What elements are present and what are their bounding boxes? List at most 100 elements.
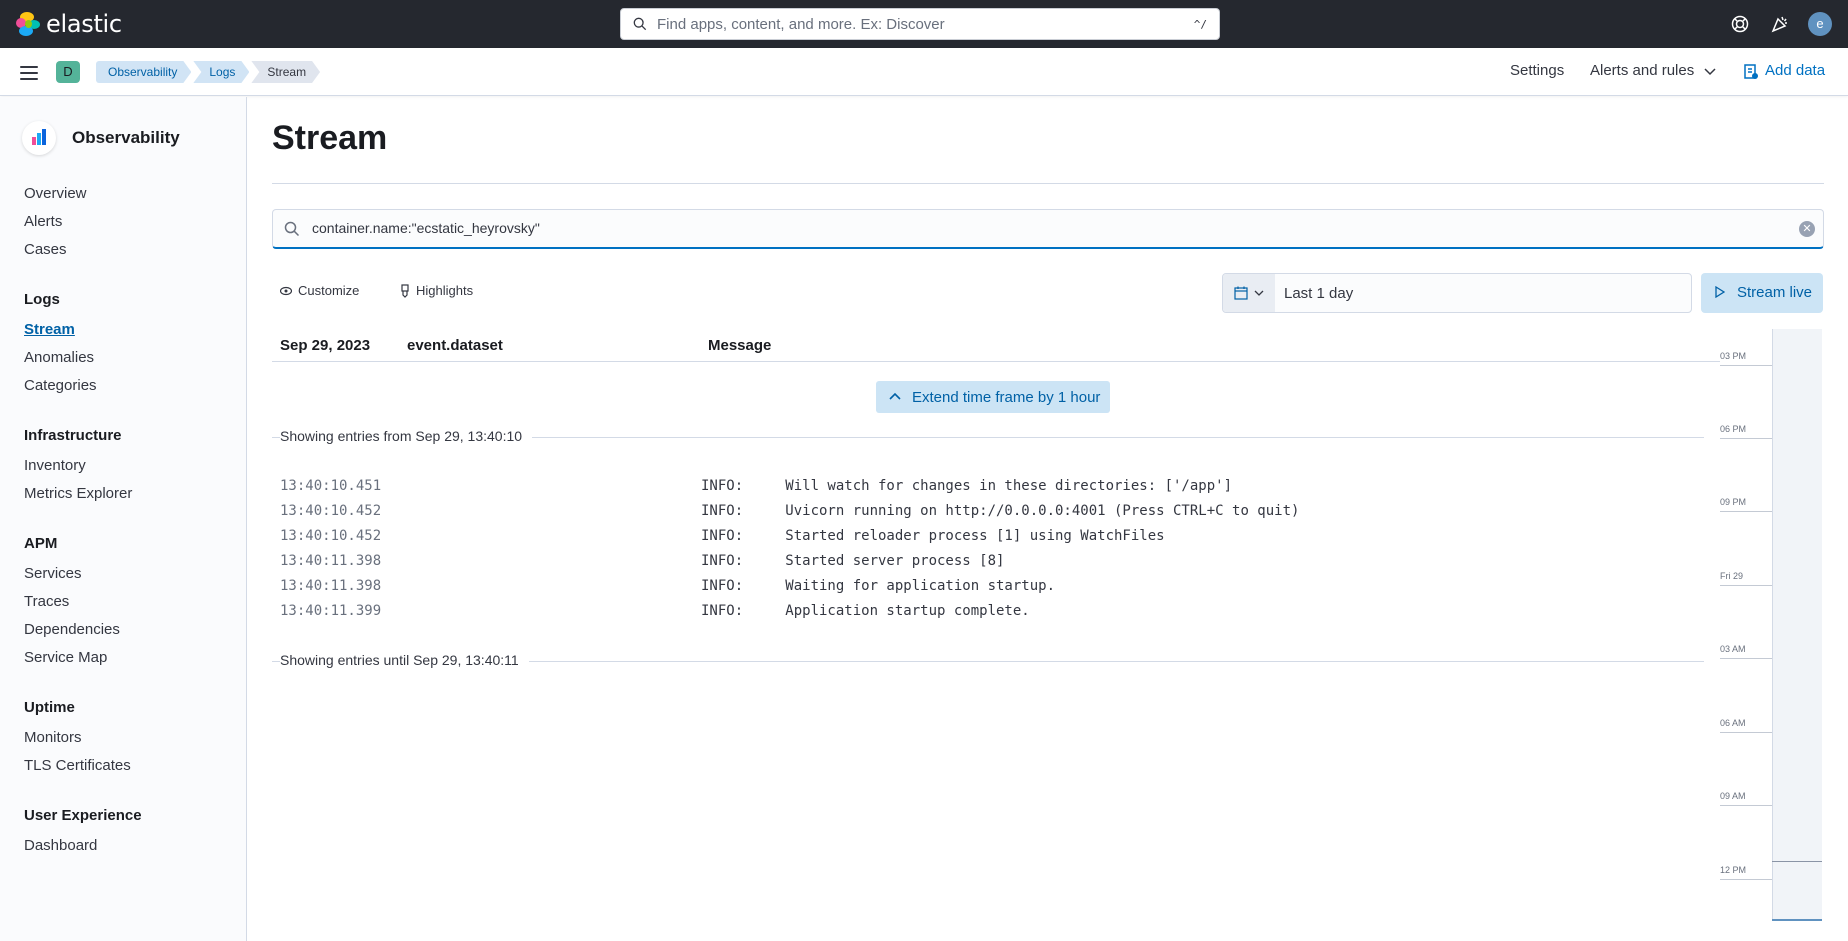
sidebar-item-monitors[interactable]: Monitors (24, 729, 82, 746)
brand-name: elastic (46, 10, 122, 38)
minimap-tick-line (1720, 879, 1772, 880)
minimap-tick-line (1720, 658, 1772, 659)
log-message: INFO: Uvicorn running on http://0.0.0.0:… (701, 503, 1300, 519)
highlights-label: Highlights (416, 283, 474, 298)
sidebar-item-cases[interactable]: Cases (24, 241, 67, 258)
minimap-tick: 09 PM (1720, 497, 1747, 507)
minimap-tick-line (1720, 438, 1772, 439)
minimap-tick-line (1720, 732, 1772, 733)
sidebar-item-dashboard[interactable]: Dashboard (24, 837, 97, 854)
chevron-down-icon (1254, 290, 1264, 296)
alerts-rules-menu[interactable]: Alerts and rules (1590, 62, 1694, 79)
space-avatar[interactable]: D (56, 61, 80, 83)
sidebar-group-apm: APM (24, 535, 58, 552)
menu-toggle-icon[interactable] (20, 66, 38, 80)
minimap-tick: 12 PM (1720, 865, 1747, 875)
column-header-dataset: event.dataset (407, 337, 503, 354)
calendar-icon (1234, 286, 1248, 300)
app-name: Observability (72, 128, 180, 147)
top-header: elastic Find apps, content, and more. Ex… (0, 0, 1848, 48)
breadcrumb-stream: Stream (251, 61, 320, 83)
customize-button[interactable]: Customize (280, 283, 359, 298)
eye-icon (280, 286, 292, 295)
sidebar-item-alerts[interactable]: Alerts (24, 213, 62, 230)
sidebar-item-service-map[interactable]: Service Map (24, 649, 107, 666)
breadcrumb: Observability Logs Stream (96, 61, 322, 83)
sidebar-group-logs: Logs (24, 291, 60, 308)
extend-label: Extend time frame by 1 hour (912, 389, 1101, 406)
customize-label: Customize (298, 283, 360, 298)
stream-live-label: Stream live (1737, 284, 1813, 301)
column-header-date: Sep 29, 2023 (280, 337, 371, 354)
highlights-button[interactable]: Highlights (400, 283, 473, 298)
minimap-tick: 06 PM (1720, 424, 1747, 434)
showing-until-label: Showing entries until Sep 29, 13:40:11 (280, 652, 529, 668)
sidebar-item-dependencies[interactable]: Dependencies (24, 621, 120, 638)
date-range-value: Last 1 day (1284, 285, 1354, 302)
sidebar-item-inventory[interactable]: Inventory (24, 457, 86, 474)
sidebar-group-uptime: Uptime (24, 699, 75, 716)
showing-from-label: Showing entries from Sep 29, 13:40:10 (280, 428, 533, 444)
log-message: INFO: Application startup complete. (701, 603, 1030, 619)
log-timestamp: 13:40:10.452 (280, 503, 382, 519)
sidebar-item-tls-certificates[interactable]: TLS Certificates (24, 757, 131, 774)
search-shortcut: ^/ (1193, 17, 1207, 31)
elastic-logo[interactable]: elastic (16, 10, 122, 38)
help-icon[interactable] (1730, 14, 1750, 34)
settings-link[interactable]: Settings (1510, 62, 1564, 79)
sidebar-item-metrics-explorer[interactable]: Metrics Explorer (24, 485, 132, 502)
chevron-up-icon (889, 392, 901, 400)
minimap-tick: 03 PM (1720, 351, 1747, 361)
date-picker[interactable]: Last 1 day (1222, 273, 1692, 313)
breadcrumb-observability[interactable]: Observability (96, 61, 191, 83)
clear-icon[interactable]: ✕ (1799, 221, 1815, 237)
log-timestamp: 13:40:10.451 (280, 478, 382, 494)
page-title: Stream (272, 119, 388, 157)
global-search-input[interactable]: Find apps, content, and more. Ex: Discov… (620, 8, 1220, 40)
sidebar-group-infrastructure: Infrastructure (24, 427, 122, 444)
sidebar-nav: Observability Overview Alerts Cases Logs… (0, 97, 247, 941)
sidebar-item-overview[interactable]: Overview (24, 185, 87, 202)
sidebar-item-traces[interactable]: Traces (24, 593, 69, 610)
highlighter-icon (401, 283, 409, 298)
minimap-current-position (1772, 861, 1822, 862)
quick-select-button[interactable] (1223, 274, 1275, 312)
log-minimap[interactable]: 03 PM 06 PM 09 PM Fri 29 03 AM 06 AM 09 … (1720, 329, 1848, 921)
minimap-tick: 03 AM (1720, 644, 1746, 654)
log-message: INFO: Will watch for changes in these di… (701, 478, 1233, 494)
minimap-tick: Fri 29 (1720, 571, 1744, 581)
log-timestamp: 13:40:10.452 (280, 528, 382, 544)
log-timestamp: 13:40:11.399 (280, 603, 382, 619)
query-search-input[interactable]: container.name:"ecstatic_heyrovsky" ✕ (272, 209, 1824, 249)
extend-time-frame-button[interactable]: Extend time frame by 1 hour (876, 381, 1110, 413)
search-placeholder: Find apps, content, and more. Ex: Discov… (657, 15, 945, 33)
log-message: INFO: Started reloader process [1] using… (701, 528, 1165, 544)
search-icon (284, 221, 300, 237)
play-icon (1715, 286, 1725, 298)
sidebar-item-services[interactable]: Services (24, 565, 82, 582)
minimap-data-marker (1772, 919, 1822, 921)
minimap-tick-line (1720, 585, 1772, 586)
log-timestamp: 13:40:11.398 (280, 578, 382, 594)
chevron-down-icon (1704, 68, 1716, 76)
sidebar-item-stream[interactable]: Stream (24, 321, 75, 338)
divider (272, 183, 1824, 184)
query-value: container.name:"ecstatic_heyrovsky" (312, 220, 540, 236)
log-timestamp: 13:40:11.398 (280, 553, 382, 569)
user-avatar[interactable]: e (1808, 12, 1832, 36)
minimap-tick-line (1720, 805, 1772, 806)
app-header: Observability (22, 121, 180, 155)
header-divider (272, 361, 1720, 362)
sidebar-group-user-experience: User Experience (24, 807, 142, 824)
stream-live-button[interactable]: Stream live (1701, 273, 1823, 313)
minimap-track[interactable] (1772, 329, 1822, 921)
minimap-tick: 06 AM (1720, 718, 1746, 728)
minimap-tick: 09 AM (1720, 791, 1746, 801)
breadcrumb-logs[interactable]: Logs (193, 61, 249, 83)
column-header-message: Message (708, 337, 772, 354)
add-data-button[interactable]: Add data (1765, 62, 1825, 79)
main-content: Stream container.name:"ecstatic_heyrovsk… (248, 97, 1848, 941)
sidebar-item-categories[interactable]: Categories (24, 377, 97, 394)
sidebar-item-anomalies[interactable]: Anomalies (24, 349, 94, 366)
news-feed-icon[interactable] (1770, 14, 1790, 34)
